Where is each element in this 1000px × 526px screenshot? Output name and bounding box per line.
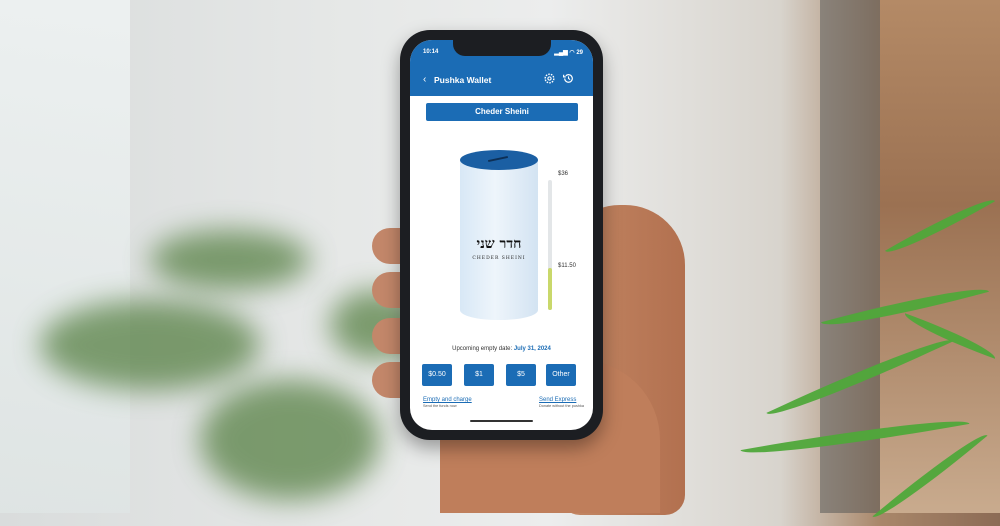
pushka-box-body: חדר שני CHEDER SHEINI [460,160,538,320]
signal-icon: ▂▄▆ [554,50,568,56]
upcoming-label: Upcoming empty date: [452,346,513,352]
status-time: 10:14 [423,49,439,55]
pushka-box: חדר שני CHEDER SHEINI [460,150,540,325]
wifi-icon: ◠ [569,50,575,56]
phone-screen: 10:14 ▂▄▆ ◠ 29 ‹ Pushka Wallet Cheder Sh… [410,40,593,430]
empty-and-charge-subtitle: Send the funds now [423,404,457,408]
meter-max-label: $36 [558,171,569,177]
meter-current-label: $11.50 [558,263,576,269]
app-bar: ‹ Pushka Wallet [410,62,593,96]
amount-button-5[interactable]: $5 [506,364,536,386]
background-window [0,0,130,513]
pushka-label-english: CHEDER SHEINI [472,256,526,261]
history-icon[interactable] [562,72,575,85]
pushka-lid [460,150,538,170]
send-express-link[interactable]: Send Express [539,397,576,403]
status-icons: ▂▄▆ ◠ 29 [554,49,583,56]
upcoming-empty-date: Upcoming empty date: July 31, 2024 [410,346,593,352]
pushka-label-hebrew: חדר שני [476,236,522,252]
pushka-name-button[interactable]: Cheder Sheini [426,103,578,121]
battery-level: 29 [576,50,583,56]
page-title: Pushka Wallet [434,75,492,85]
send-express-subtitle: Donate without the pushka [539,404,584,408]
blurred-plant-leaf [40,300,260,390]
blurred-plant-leaf [150,230,310,290]
blurred-plant-leaf [200,380,380,500]
amount-button-1[interactable]: $1 [464,364,494,386]
amount-button-050[interactable]: $0.50 [422,364,452,386]
amount-button-other[interactable]: Other [546,364,576,386]
upcoming-date: July 31, 2024 [513,346,551,352]
phone-notch [453,38,551,56]
gear-icon[interactable] [543,72,556,85]
home-indicator [470,420,533,422]
empty-and-charge-link[interactable]: Empty and charge [423,397,472,403]
balance-meter-fill [548,268,552,310]
balance-meter [548,180,552,310]
chevron-left-icon[interactable]: ‹ [423,74,426,85]
